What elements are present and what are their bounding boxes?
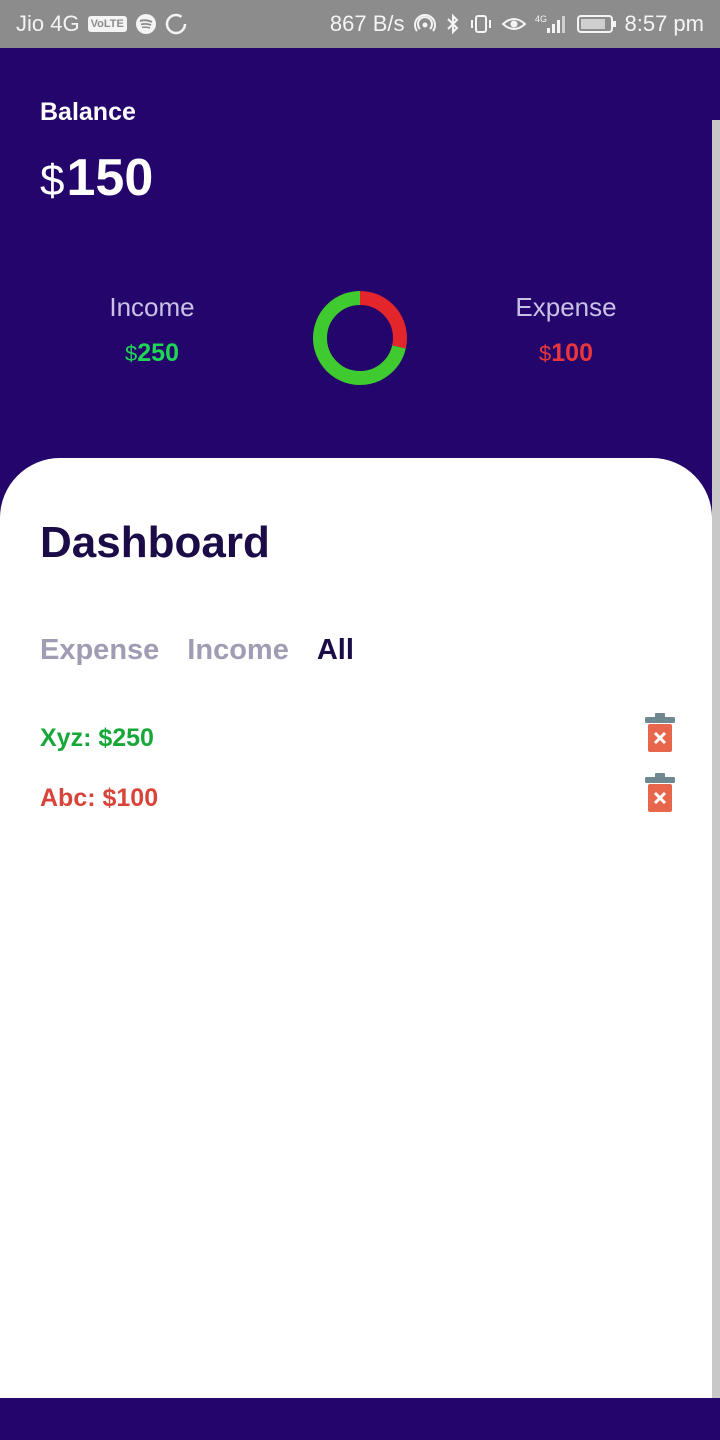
list-item: Xyz: $250 (40, 708, 680, 768)
expense-amount: $100 (466, 339, 666, 368)
delete-button[interactable] (644, 712, 676, 754)
battery-icon (576, 13, 617, 35)
net-speed: 867 B/s (329, 11, 405, 36)
trash-icon (645, 713, 675, 752)
dashboard-title: Dashboard (40, 518, 270, 567)
balance-currency: $ (40, 156, 65, 205)
dashboard-panel: Dashboard Expense Income All Xyz: $250 A… (0, 458, 712, 1398)
tab-all[interactable]: All (317, 634, 354, 667)
tab-expense[interactable]: Expense (40, 634, 159, 667)
volte-badge: VoLTE (87, 16, 127, 32)
tab-income[interactable]: Income (187, 634, 289, 667)
income-label: Income (109, 292, 195, 322)
hotspot-icon (413, 13, 437, 35)
income-summary: Income $250 (52, 292, 252, 368)
status-right: 867 B/s 4G 8:57 pm (330, 11, 704, 37)
balance-label: Balance (40, 98, 136, 126)
transaction-text: Abc: $100 (40, 783, 159, 812)
svg-text:4G: 4G (535, 14, 547, 24)
spotify-icon (135, 13, 157, 35)
income-currency: $ (125, 341, 138, 366)
transaction-list: Xyz: $250 Abc: $100 (40, 708, 680, 828)
income-amount: $250 (52, 339, 252, 368)
eye-icon (501, 13, 527, 35)
status-left: Jio 4G VoLTE (16, 11, 187, 37)
clock: 8:57 pm (624, 11, 705, 36)
filter-tabs: Expense Income All (40, 634, 354, 667)
expense-currency: $ (539, 341, 552, 366)
expense-value: 100 (551, 339, 593, 367)
income-value: 250 (137, 339, 179, 367)
signal-icon: 4G (535, 13, 569, 35)
balance-amount: $ 150 (40, 148, 153, 208)
trash-icon (645, 773, 675, 812)
status-bar: Jio 4G VoLTE 867 B/s 4G 8:57 pm (0, 0, 720, 48)
bluetooth-icon (445, 13, 461, 35)
income-expense-donut-chart (313, 291, 407, 385)
expense-label: Expense (515, 292, 617, 322)
vibrate-icon (469, 13, 493, 35)
balance-header: Balance $ 150 Income $250 Expense $100 (0, 48, 720, 468)
sync-icon (165, 13, 187, 35)
bottom-bar (0, 1398, 720, 1440)
delete-button[interactable] (644, 772, 676, 814)
expense-summary: Expense $100 (466, 292, 666, 368)
scroll-edge (712, 120, 720, 1398)
balance-value: 150 (66, 149, 154, 207)
list-item: Abc: $100 (40, 768, 680, 828)
carrier-label: Jio 4G (16, 11, 80, 36)
transaction-text: Xyz: $250 (40, 723, 154, 752)
